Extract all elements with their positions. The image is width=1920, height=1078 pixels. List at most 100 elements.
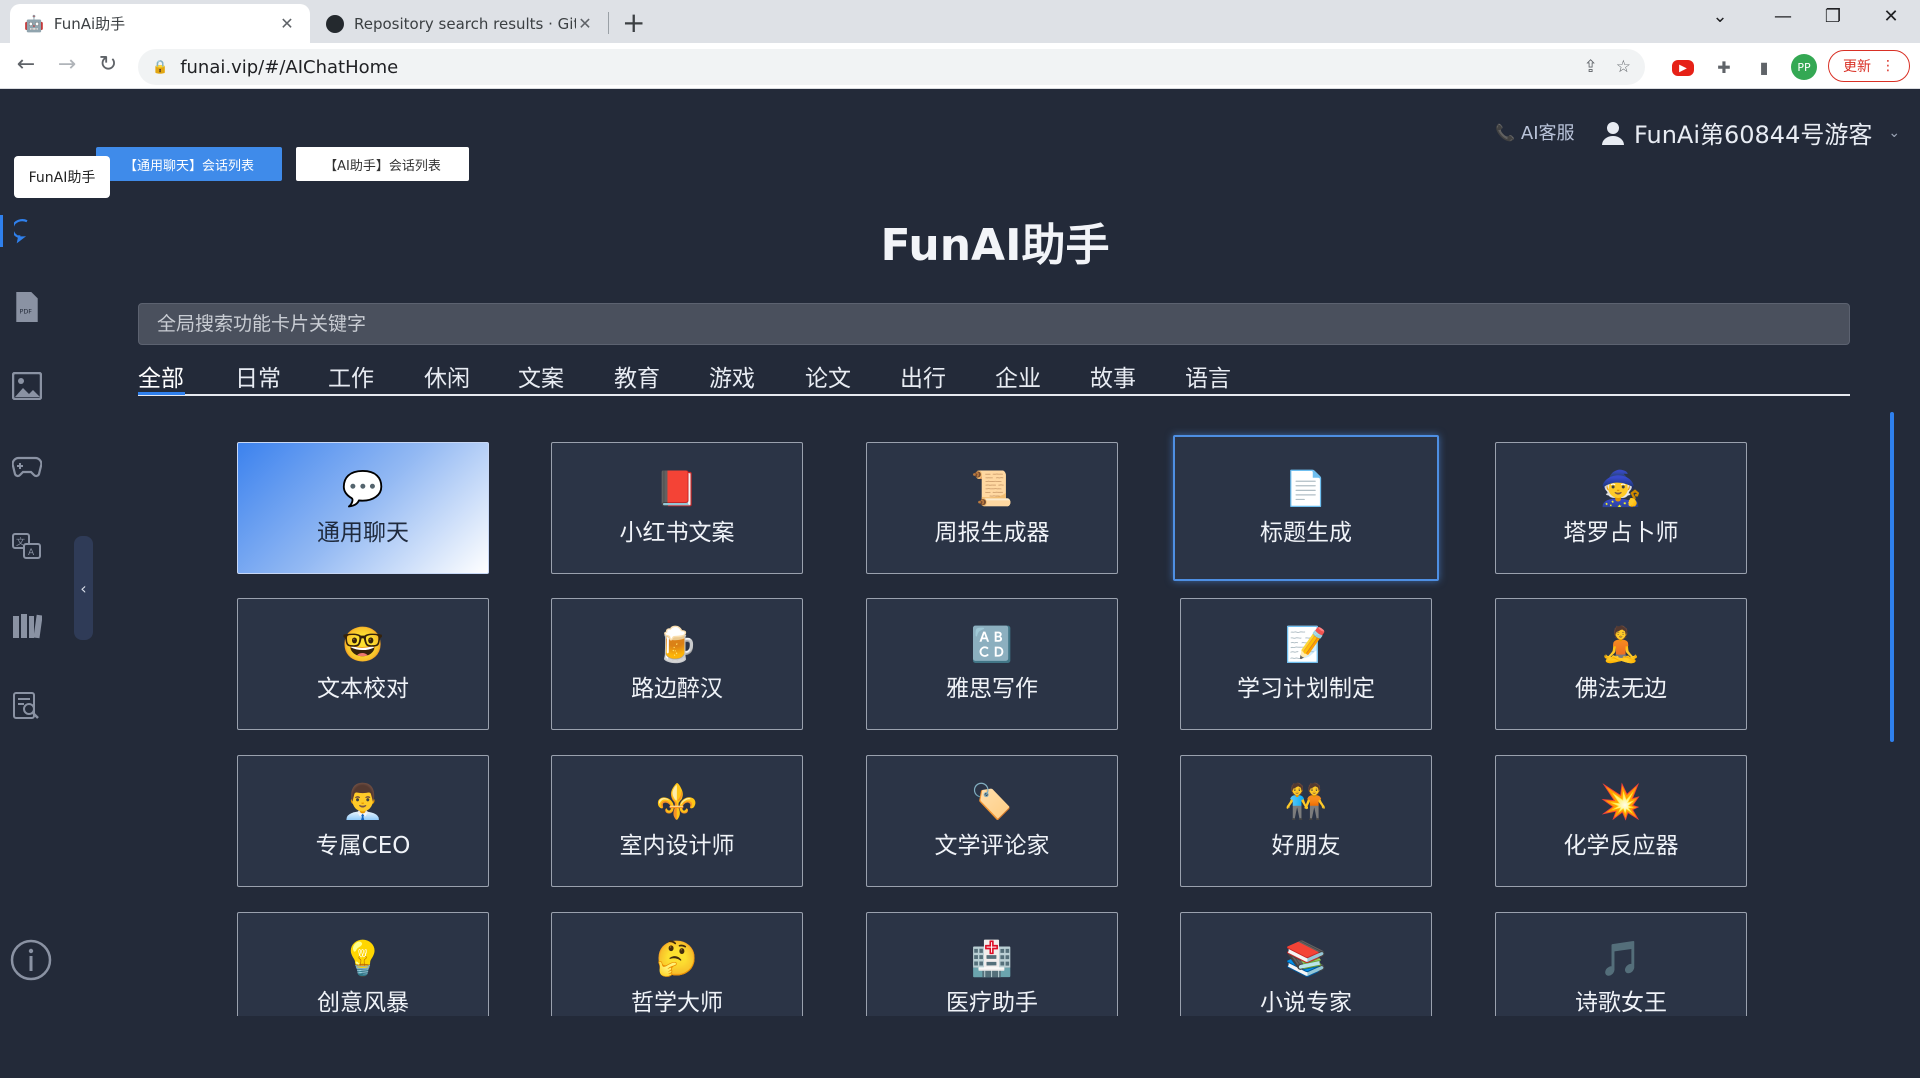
restore-icon[interactable]: ❐ [1818, 6, 1848, 27]
tab-title: Repository search results · GitHub [354, 14, 576, 33]
back-arrow-icon[interactable]: ← [12, 52, 40, 77]
tab-category-5[interactable]: 教育 [614, 359, 660, 393]
forward-arrow-icon[interactable]: → [53, 52, 81, 77]
memo-icon: 📝 [1284, 625, 1328, 665]
profile-avatar[interactable]: PP [1791, 54, 1817, 80]
red-book-icon: 📕 [655, 469, 699, 509]
reload-icon[interactable]: ↻ [94, 52, 122, 77]
update-button[interactable]: 更新 ⋮ [1828, 50, 1910, 82]
office-worker-icon: 👨‍💼 [341, 782, 385, 822]
window-close-icon[interactable]: ✕ [1876, 6, 1906, 27]
fleur-de-lis-icon: ⚜️ [655, 782, 699, 822]
hospital-icon: 🏥 [970, 939, 1014, 979]
feature-card[interactable]: 🧘 佛法无边 [1495, 598, 1747, 730]
feature-card[interactable]: 🔠 雅思写作 [866, 598, 1118, 730]
tab-category-10[interactable]: 故事 [1090, 359, 1136, 393]
chevron-left-icon: ‹ [80, 578, 87, 598]
pdf-icon[interactable]: PDF [12, 292, 42, 322]
github-icon [326, 14, 344, 33]
tab-category-9[interactable]: 企业 [995, 359, 1041, 393]
tab-category-0[interactable]: 全部 [138, 359, 184, 393]
side-panel-icon[interactable]: ▮ [1752, 55, 1776, 79]
minimize-icon[interactable]: — [1768, 6, 1798, 27]
close-icon[interactable]: ✕ [576, 14, 594, 33]
tab-category-11[interactable]: 语言 [1185, 359, 1231, 393]
lock-icon: 🔒 [152, 59, 169, 75]
tab-category-1[interactable]: 日常 [235, 359, 281, 393]
page-icon: 📄 [1284, 469, 1328, 509]
feature-card[interactable]: 💥 化学反应器 [1495, 755, 1747, 887]
close-icon[interactable]: ✕ [278, 14, 296, 33]
feature-card[interactable]: 🏷️ 文学评论家 [866, 755, 1118, 887]
card-label: 医疗助手 [946, 990, 1038, 1016]
friends-icon: 🧑‍🤝‍🧑 [1284, 782, 1328, 822]
browser-tab-github[interactable]: Repository search results · GitHub ✕ [312, 4, 608, 43]
feature-card[interactable]: 📝 学习计划制定 [1180, 598, 1432, 730]
library-icon[interactable] [12, 611, 42, 641]
browser-tab-funai[interactable]: 🤖 FunAi助手 ✕ [10, 4, 310, 43]
feature-card[interactable]: 🎵 诗歌女王 [1495, 912, 1747, 1016]
tab-title: FunAi助手 [53, 15, 126, 33]
feature-card[interactable]: 📜 周报生成器 [866, 442, 1118, 574]
feature-card[interactable]: 🧙 塔罗占卜师 [1495, 442, 1747, 574]
card-grid: 💬 通用聊天 📕 小红书文案 📜 周报生成器 📄 标题生成 🧙 塔罗占卜师 🤓 文本校对 🍺 路边醉汉 🔠 雅… [138, 416, 1850, 1016]
feature-card[interactable]: 🏥 医疗助手 [866, 912, 1118, 1016]
tab-search-chevron-icon[interactable]: ⌄ [1705, 6, 1735, 27]
tab-category-6[interactable]: 游戏 [709, 359, 755, 393]
ai-service-link[interactable]: 📞 AI客服 [1495, 119, 1575, 145]
feature-card[interactable]: 💡 创意风暴 [237, 912, 489, 1016]
feature-card[interactable]: 📚 小说专家 [1180, 912, 1432, 1016]
feature-card[interactable]: ⚜️ 室内设计师 [551, 755, 803, 887]
user-menu[interactable]: FunAi第60844号游客 ⌄ [1602, 115, 1900, 150]
card-label: 文学评论家 [934, 833, 1050, 859]
robot-icon: 🤖 [24, 14, 44, 33]
card-label: 室内设计师 [619, 833, 735, 859]
light-bulb-icon: 💡 [341, 939, 385, 979]
feature-card[interactable]: 🍺 路边醉汉 [551, 598, 803, 730]
feature-card[interactable]: 👨‍💼 专属CEO [237, 755, 489, 887]
address-bar[interactable]: 🔒 funai.vip/#/AIChatHome ⇪ ☆ [138, 49, 1645, 85]
extensions-puzzle-icon[interactable]: ✚ [1712, 55, 1736, 79]
abcd-icon: 🔠 [970, 625, 1014, 665]
thinking-face-icon: 🤔 [655, 939, 699, 979]
sidebar-collapse-handle[interactable]: ‹ [74, 536, 93, 640]
tab-category-8[interactable]: 出行 [900, 359, 946, 393]
youtube-extension-icon[interactable]: ▶ [1672, 60, 1694, 76]
scroll-icon: 📜 [970, 469, 1014, 509]
scrollbar-thumb[interactable] [1890, 412, 1894, 742]
page-title: FunAI助手 [880, 220, 1110, 271]
feature-card[interactable]: 🤔 哲学大师 [551, 912, 803, 1016]
tab-category-2[interactable]: 工作 [328, 359, 374, 393]
bookmark-star-icon[interactable]: ☆ [1616, 57, 1631, 77]
ai-assistant-session-list-button[interactable]: 【AI助手】会话列表 [296, 147, 469, 181]
music-note-icon: 🎵 [1599, 939, 1643, 979]
card-label: 标题生成 [1260, 520, 1352, 546]
category-tabs: 全部 日常 工作 休闲 文案 教育 游戏 论文 出行 企业 故事 语言 [138, 351, 1850, 396]
card-label: 专属CEO [315, 833, 411, 859]
info-icon[interactable] [10, 939, 52, 981]
share-icon[interactable]: ⇪ [1584, 57, 1598, 77]
tab-category-4[interactable]: 文案 [518, 359, 564, 393]
new-tab-button[interactable]: + [622, 6, 645, 39]
meditation-icon: 🧘 [1599, 625, 1643, 665]
general-chat-session-list-button[interactable]: 【通用聊天】会话列表 [96, 147, 282, 181]
feature-card[interactable]: 💬 通用聊天 [237, 442, 489, 574]
card-label: 文本校对 [317, 676, 409, 702]
search-doc-icon[interactable] [12, 691, 42, 721]
tab-category-7[interactable]: 论文 [805, 359, 851, 393]
image-icon[interactable] [12, 371, 42, 401]
browser-tab-bar: 🤖 FunAi助手 ✕ Repository search results · … [0, 0, 1920, 43]
search-input[interactable] [138, 303, 1850, 345]
card-label: 化学反应器 [1563, 833, 1679, 859]
tab-category-3[interactable]: 休闲 [424, 359, 470, 393]
feature-card[interactable]: 📕 小红书文案 [551, 442, 803, 574]
feature-card[interactable]: 📄 标题生成 [1173, 435, 1439, 581]
card-label: 通用聊天 [317, 520, 409, 546]
explosion-icon: 💥 [1599, 782, 1643, 822]
translate-icon[interactable]: 文A [12, 532, 42, 562]
gamepad-icon[interactable] [12, 452, 42, 482]
feature-card[interactable]: 🤓 文本校对 [237, 598, 489, 730]
feature-card[interactable]: 🧑‍🤝‍🧑 好朋友 [1180, 755, 1432, 887]
card-label: 路边醉汉 [631, 676, 723, 702]
svg-text:PDF: PDF [20, 307, 33, 315]
